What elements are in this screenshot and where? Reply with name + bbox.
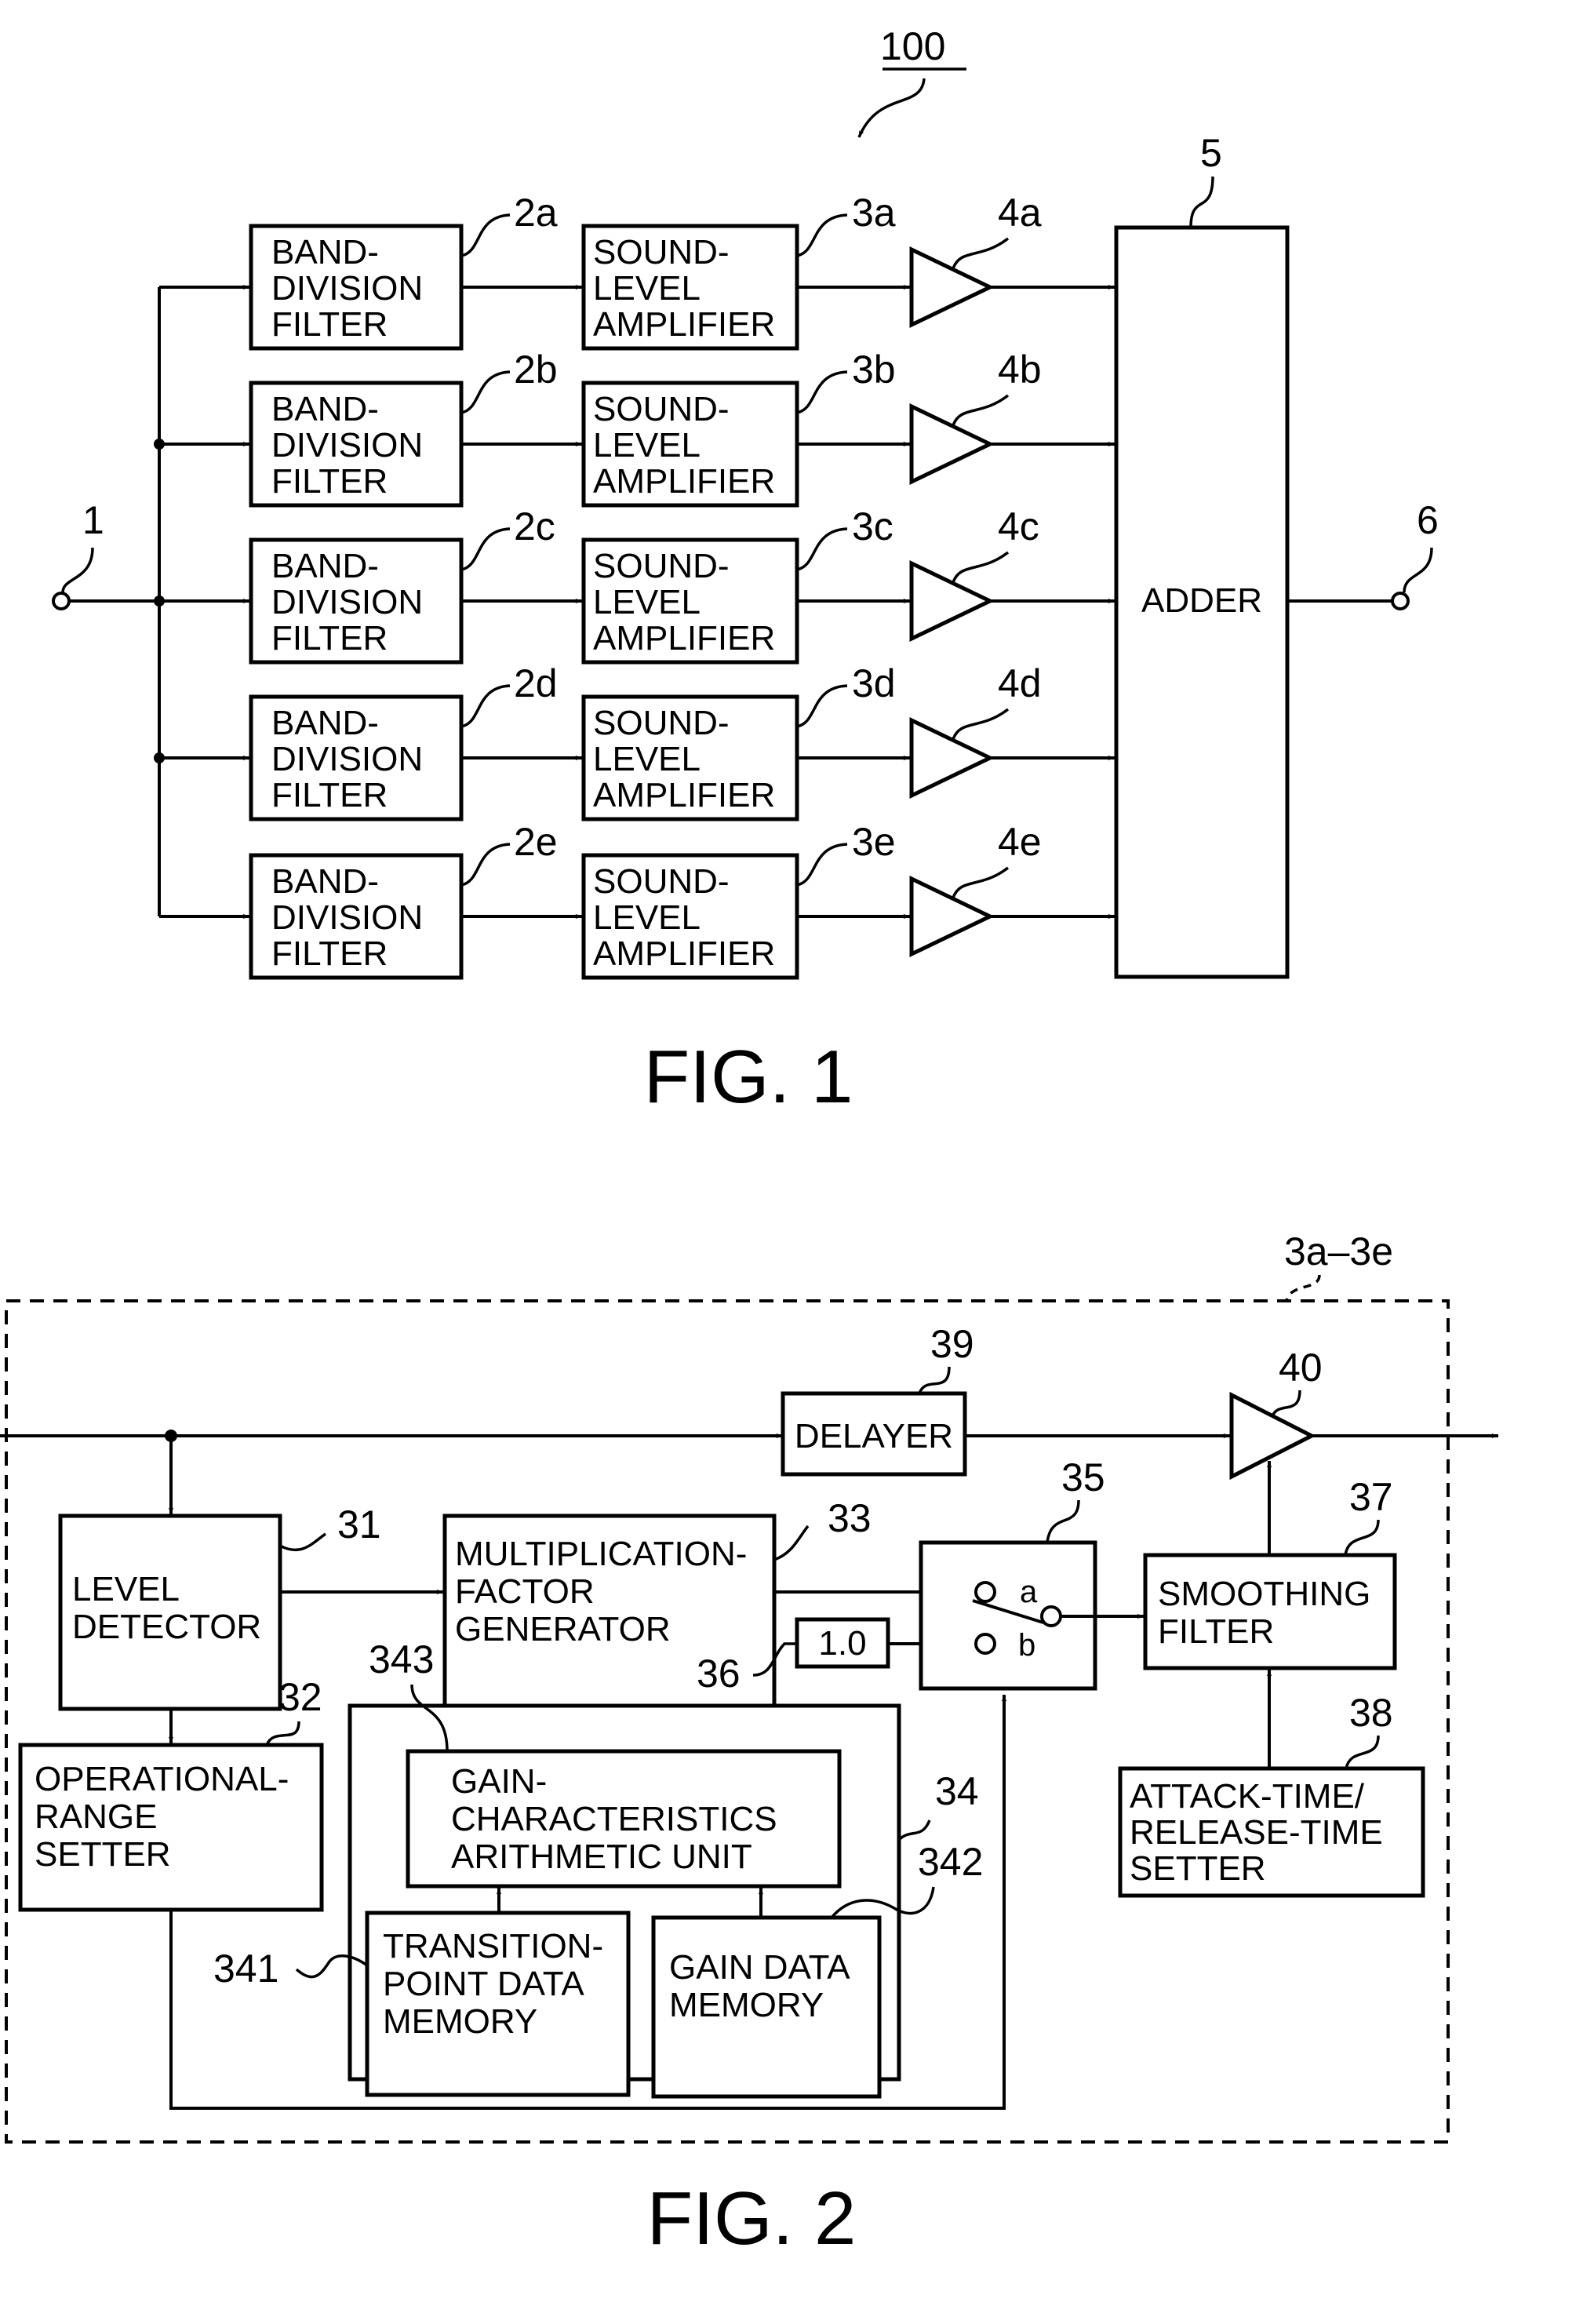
switch-label-b: b <box>1018 1628 1035 1663</box>
gain-ref: 4b <box>998 348 1042 392</box>
amp-ref: 3e <box>852 820 896 864</box>
patent-drawing: 100 1 BAND-DIVISION FILTER2aSOUND-LEVEL AM… <box>0 24 1499 2260</box>
gain-ref-leader <box>952 551 1010 583</box>
gain-triangle <box>909 717 995 799</box>
mult-gen-ref-leader <box>773 1524 810 1561</box>
filter-ref: 2b <box>514 348 558 392</box>
delayer-ref-39: 39 <box>930 1322 974 1366</box>
filter-ref-leader <box>460 527 511 571</box>
channel-row: BAND-DIVISION FILTER2dSOUND-LEVEL AMPLIFIE… <box>154 661 1115 821</box>
adder-label: ADDER <box>1141 581 1262 620</box>
input-ref-leader <box>61 547 94 593</box>
switch-ref-35: 35 <box>1061 1455 1105 1499</box>
gain-mem-label: GAIN DATA MEMORY <box>669 1948 850 2024</box>
boundary-ref: 3a–3e <box>1284 1229 1393 1273</box>
amp-ref: 3a <box>852 191 896 235</box>
input-terminal <box>52 592 71 610</box>
fig1: 100 1 BAND-DIVISION FILTER2aSOUND-LEVEL AM… <box>52 24 1439 1119</box>
amp-ref-leader <box>796 843 848 887</box>
gain-ref-leader <box>952 237 1010 269</box>
filter-ref: 2d <box>514 661 558 705</box>
amp-ref-leader <box>796 213 848 257</box>
level-detector-ref-31: 31 <box>337 1503 381 1546</box>
channel-row: BAND-DIVISION FILTER2eSOUND-LEVEL AMPLIFIE… <box>159 820 1115 980</box>
adder-ref-5: 5 <box>1200 131 1222 175</box>
system-ref-leader <box>857 78 926 138</box>
gain-ref: 4e <box>998 820 1042 864</box>
amp-ref-leader <box>796 370 848 414</box>
range-setter-ref-32: 32 <box>278 1675 322 1719</box>
attack-release-ref-38: 38 <box>1349 1691 1393 1735</box>
amp-ref-leader <box>796 527 848 571</box>
gain-ref: 4d <box>998 661 1042 705</box>
gain-triangle <box>909 246 995 328</box>
switch-common-terminal <box>1040 1605 1062 1627</box>
channel-row: BAND-DIVISION FILTER2bSOUND-LEVEL AMPLIFIE… <box>154 348 1115 508</box>
amp-ref-leader <box>796 684 848 728</box>
gain-unit-ref-leader <box>897 1819 931 1841</box>
gain-triangle <box>909 560 995 642</box>
switch-terminal-b <box>974 1633 996 1655</box>
output-ref-leader <box>1403 547 1433 593</box>
multiplier-40-triangle <box>1229 1391 1316 1481</box>
gain-arith-ref-343: 343 <box>369 1637 434 1681</box>
channel-row: BAND-DIVISION FILTER2cSOUND-LEVEL AMPLIFIE… <box>154 505 1115 665</box>
smoothing-ref-37: 37 <box>1349 1475 1393 1519</box>
filter-ref-leader <box>460 843 511 887</box>
gain-ref: 4c <box>998 505 1039 548</box>
filter-ref: 2e <box>514 820 558 864</box>
output-ref-6: 6 <box>1417 498 1439 542</box>
filter-ref: 2a <box>514 191 558 235</box>
amp-ref: 3b <box>852 348 896 392</box>
mult-gen-ref-33: 33 <box>828 1496 872 1540</box>
delayer-label: DELAYER <box>795 1417 953 1455</box>
switch-ref-leader <box>1046 1499 1080 1543</box>
gain-mem-ref-342: 342 <box>918 1840 983 1884</box>
input-ref-1: 1 <box>82 498 104 542</box>
attack-release-ref-leader <box>1345 1735 1380 1769</box>
output-terminal <box>1391 592 1410 610</box>
gain-triangle <box>909 876 995 957</box>
gain-ref: 4a <box>998 191 1042 235</box>
system-ref-100: 100 <box>880 24 945 68</box>
filter-ref-leader <box>460 684 511 728</box>
fig1-channels: BAND-DIVISION FILTER2aSOUND-LEVEL AMPLIFIE… <box>154 191 1115 980</box>
gain-unit-ref-34: 34 <box>935 1769 979 1813</box>
multiplier-ref-leader <box>1271 1390 1301 1417</box>
fig1-title: FIG. 1 <box>644 1035 853 1119</box>
gain-ref-leader <box>952 708 1010 740</box>
range-setter-ref-leader <box>265 1721 300 1746</box>
boundary-ref-leader <box>1285 1274 1321 1302</box>
constant-label: 1.0 <box>818 1624 866 1663</box>
transition-mem-ref-341: 341 <box>213 1947 278 1991</box>
filter-ref-leader <box>460 370 511 414</box>
amp-ref: 3d <box>852 661 896 705</box>
fig2: 3a–3e DELAYER 39 40 LEVEL DETECTOR 31 OPE… <box>0 1229 1499 2260</box>
switch-terminal-a <box>974 1581 996 1603</box>
level-detector-ref-leader <box>279 1532 326 1552</box>
adder-ref-leader <box>1189 176 1214 228</box>
filter-ref: 2c <box>514 505 555 548</box>
filter-ref-leader <box>460 213 511 257</box>
channel-row: BAND-DIVISION FILTER2aSOUND-LEVEL AMPLIFIE… <box>159 191 1115 351</box>
amp-ref: 3c <box>852 505 893 548</box>
delayer-ref-leader <box>918 1366 951 1394</box>
multiplier-ref-40: 40 <box>1279 1346 1323 1390</box>
smoothing-ref-leader <box>1344 1519 1380 1556</box>
gain-ref-leader <box>952 394 1010 426</box>
switch-label-a: a <box>1020 1575 1038 1609</box>
constant-ref-36: 36 <box>697 1652 741 1696</box>
gain-ref-leader <box>952 866 1010 898</box>
fig2-title: FIG. 2 <box>647 2176 857 2260</box>
gain-triangle <box>909 403 995 485</box>
